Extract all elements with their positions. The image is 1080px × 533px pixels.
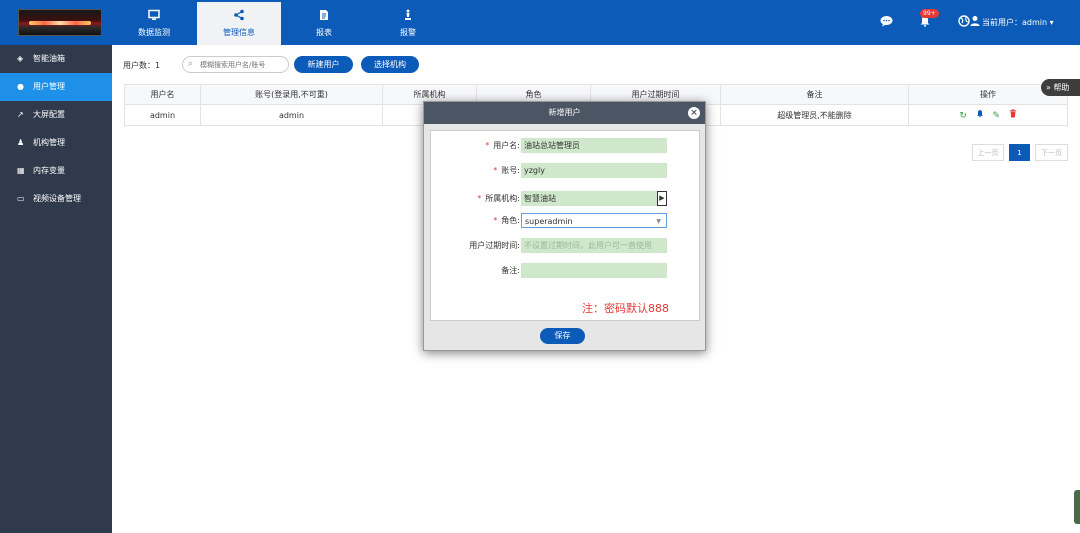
- dialog-form: * 用户名: 油站总站管理员 * 账号: yzgly * 所属机构: 智慧油站 ▶ *…: [430, 130, 700, 321]
- dialog-title: 新增用户: [548, 108, 581, 117]
- username-field[interactable]: 油站总站管理员: [521, 138, 667, 153]
- field-label: 所属机构:: [485, 194, 520, 203]
- field-label: 用户过期时间:: [469, 241, 520, 250]
- dialog-header: 新增用户 ×: [424, 102, 705, 124]
- required-mark: *: [493, 216, 498, 225]
- form-row-remark: 备注:: [431, 263, 701, 278]
- field-label: 角色:: [501, 216, 520, 225]
- role-value: superadmin: [525, 217, 573, 226]
- expire-field[interactable]: 不设置过期时间，此用户可一直使用: [521, 238, 667, 253]
- form-row-expire: 用户过期时间: 不设置过期时间，此用户可一直使用: [431, 238, 701, 253]
- remark-field[interactable]: [521, 263, 667, 278]
- password-note: 注：密码默认888: [582, 302, 669, 315]
- close-icon[interactable]: ×: [688, 107, 700, 119]
- account-field[interactable]: yzgly: [521, 163, 667, 178]
- required-mark: *: [485, 141, 490, 150]
- form-row-account: * 账号: yzgly: [431, 163, 701, 178]
- field-label: 用户名:: [493, 141, 520, 150]
- new-user-dialog: 新增用户 × * 用户名: 油站总站管理员 * 账号: yzgly * 所属机构: 智…: [423, 101, 706, 351]
- required-mark: *: [477, 194, 482, 203]
- form-row-username: * 用户名: 油站总站管理员: [431, 138, 701, 153]
- chevron-down-icon: ▼: [656, 218, 661, 225]
- org-value: 智慧油站: [524, 194, 556, 203]
- field-label: 备注:: [501, 266, 520, 275]
- form-row-role: * 角色: superadmin ▼: [431, 213, 701, 228]
- form-row-org: * 所属机构: 智慧油站 ▶: [431, 191, 701, 206]
- required-mark: *: [493, 166, 498, 175]
- modal-overlay: 新增用户 × * 用户名: 油站总站管理员 * 账号: yzgly * 所属机构: 智…: [0, 0, 1080, 533]
- field-label: 账号:: [501, 166, 520, 175]
- role-select[interactable]: superadmin ▼: [521, 213, 667, 228]
- play-arrow-icon[interactable]: ▶: [657, 191, 667, 206]
- org-field[interactable]: 智慧油站 ▶: [521, 191, 667, 206]
- save-button[interactable]: 保存: [540, 328, 585, 344]
